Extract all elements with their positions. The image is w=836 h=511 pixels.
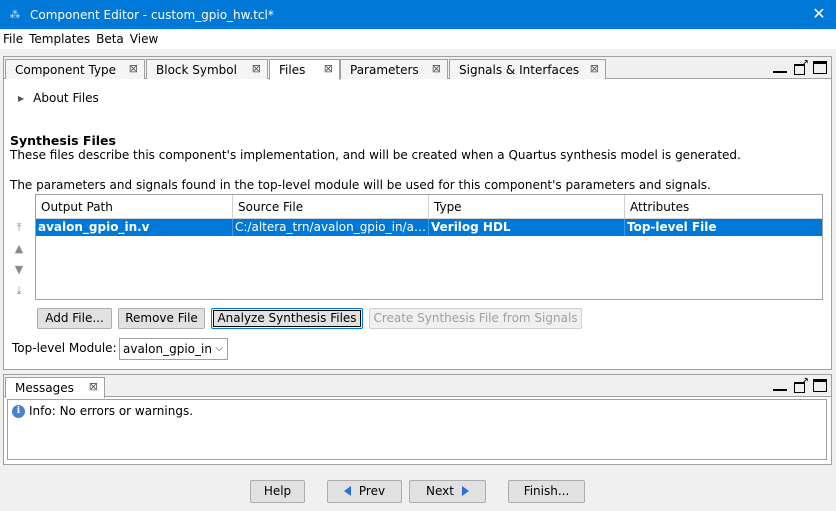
menu-file[interactable]: File bbox=[0, 32, 26, 46]
expand-arrow-icon: ▶ bbox=[18, 93, 25, 103]
tab-label: Block Symbol bbox=[156, 62, 237, 77]
maximize-icon[interactable] bbox=[813, 61, 827, 74]
minimize-icon[interactable] bbox=[773, 383, 787, 391]
column-header-attributes[interactable]: Attributes bbox=[625, 195, 822, 218]
move-bottom-icon[interactable]: ⤓ bbox=[12, 284, 26, 305]
prev-label: Prev bbox=[358, 484, 386, 498]
tab-close-icon[interactable]: ⊠ bbox=[590, 62, 599, 75]
move-up-icon[interactable]: ▲ bbox=[12, 242, 26, 263]
finish-label: Finish... bbox=[523, 484, 570, 498]
remove-file-button[interactable]: Remove File bbox=[118, 308, 205, 329]
editor-tab-strip: Component Type ⊠ Block Symbol ⊠ Files ⊠ … bbox=[4, 57, 831, 80]
chevron-down-icon: ⌵ bbox=[215, 343, 223, 354]
top-level-module-value: avalon_gpio_in bbox=[123, 342, 212, 356]
tab-component-type[interactable]: Component Type ⊠ bbox=[5, 59, 145, 79]
table-row[interactable]: avalon_gpio_in.v C:/altera_trn/avalon_gp… bbox=[36, 219, 822, 236]
maximize-icon[interactable] bbox=[813, 379, 827, 392]
about-files-toggle[interactable]: ▶ About Files bbox=[18, 91, 99, 105]
move-down-icon[interactable]: ▼ bbox=[12, 263, 26, 284]
info-icon: i bbox=[12, 404, 25, 418]
tab-block-symbol[interactable]: Block Symbol ⊠ bbox=[146, 59, 268, 79]
restore-icon[interactable] bbox=[793, 57, 809, 75]
tab-close-icon[interactable]: ⊠ bbox=[252, 62, 261, 75]
restore-icon[interactable] bbox=[793, 375, 809, 393]
about-files-label: About Files bbox=[33, 91, 99, 105]
minimize-icon[interactable] bbox=[773, 65, 787, 73]
table-header: Output Path Source File Type Attributes bbox=[36, 195, 822, 219]
tab-close-icon[interactable]: ⊠ bbox=[432, 62, 441, 75]
menu-templates[interactable]: Templates bbox=[26, 32, 93, 46]
add-file-button[interactable]: Add File... bbox=[37, 308, 112, 329]
tab-label: Signals & Interfaces bbox=[459, 62, 580, 77]
finish-button[interactable]: Finish... bbox=[508, 480, 585, 503]
message-item[interactable]: i Info: No errors or warnings. bbox=[12, 404, 193, 418]
messages-tab-strip: Messages ⊠ bbox=[4, 375, 831, 398]
tab-parameters[interactable]: Parameters ⊠ bbox=[340, 59, 448, 79]
top-level-module-label: Top-level Module: bbox=[12, 341, 117, 355]
analyze-synthesis-files-button[interactable]: Analyze Synthesis Files bbox=[211, 308, 363, 329]
menu-view[interactable]: View bbox=[127, 32, 161, 46]
column-header-type[interactable]: Type bbox=[429, 195, 625, 218]
menu-bar: File Templates Beta View bbox=[0, 29, 836, 49]
cell-attributes: Top-level File bbox=[627, 220, 717, 234]
move-top-icon[interactable]: ⤒ bbox=[12, 221, 26, 242]
messages-list: i Info: No errors or warnings. bbox=[7, 399, 827, 460]
create-synthesis-file-button[interactable]: Create Synthesis File from Signals bbox=[369, 308, 582, 329]
tab-label: Messages bbox=[15, 381, 74, 395]
tab-signals-interfaces[interactable]: Signals & Interfaces ⊠ bbox=[449, 59, 606, 79]
menu-beta[interactable]: Beta bbox=[93, 32, 127, 46]
tab-close-icon[interactable]: ⊠ bbox=[324, 62, 333, 75]
help-label: Help bbox=[263, 484, 292, 498]
tab-label: Parameters bbox=[350, 62, 419, 77]
tab-messages[interactable]: Messages ⊠ bbox=[5, 377, 105, 398]
cell-output-path: avalon_gpio_in.v bbox=[36, 219, 233, 236]
next-button[interactable]: Next bbox=[409, 480, 486, 503]
window-title: Component Editor - custom_gpio_hw.tcl* bbox=[30, 7, 274, 22]
tab-close-icon[interactable]: ⊠ bbox=[129, 62, 138, 75]
help-button[interactable]: Help bbox=[250, 480, 305, 503]
arrow-right-icon bbox=[461, 485, 469, 496]
reorder-controls: ⤒ ▲ ▼ ⤓ bbox=[12, 221, 26, 305]
synthesis-files-title: Synthesis Files bbox=[10, 133, 116, 148]
column-header-source-file[interactable]: Source File bbox=[233, 195, 429, 218]
prev-button[interactable]: Prev bbox=[327, 480, 402, 503]
tab-label: Files bbox=[279, 63, 306, 77]
synthesis-description: These files describe this component's im… bbox=[10, 148, 741, 162]
column-header-output-path[interactable]: Output Path bbox=[36, 195, 233, 218]
messages-window-controls bbox=[773, 375, 827, 393]
message-text: Info: No errors or warnings. bbox=[29, 404, 194, 418]
editor-panel: Component Type ⊠ Block Symbol ⊠ Files ⊠ … bbox=[3, 56, 832, 370]
tab-label: Component Type bbox=[15, 62, 117, 77]
top-level-module-select[interactable]: avalon_gpio_in ⌵ bbox=[119, 338, 228, 360]
cell-source-file: C:/altera_trn/avalon_gpio_in/av... bbox=[235, 219, 429, 236]
title-bar: ⁂ Component Editor - custom_gpio_hw.tcl*… bbox=[0, 0, 836, 29]
synthesis-note: The parameters and signals found in the … bbox=[10, 178, 711, 192]
synthesis-files-table: Output Path Source File Type Attributes … bbox=[35, 194, 823, 300]
cell-type: Verilog HDL bbox=[429, 219, 625, 236]
arrow-left-icon bbox=[343, 485, 351, 496]
messages-panel: Messages ⊠ i Info: No errors or warnings… bbox=[3, 374, 832, 465]
next-label: Next bbox=[426, 484, 454, 498]
panel-window-controls bbox=[773, 57, 827, 75]
close-window-button[interactable]: ✕ bbox=[808, 4, 830, 24]
app-icon: ⁂ bbox=[9, 7, 21, 21]
tab-close-icon[interactable]: ⊠ bbox=[89, 380, 98, 393]
tab-files[interactable]: Files ⊠ bbox=[269, 59, 340, 80]
